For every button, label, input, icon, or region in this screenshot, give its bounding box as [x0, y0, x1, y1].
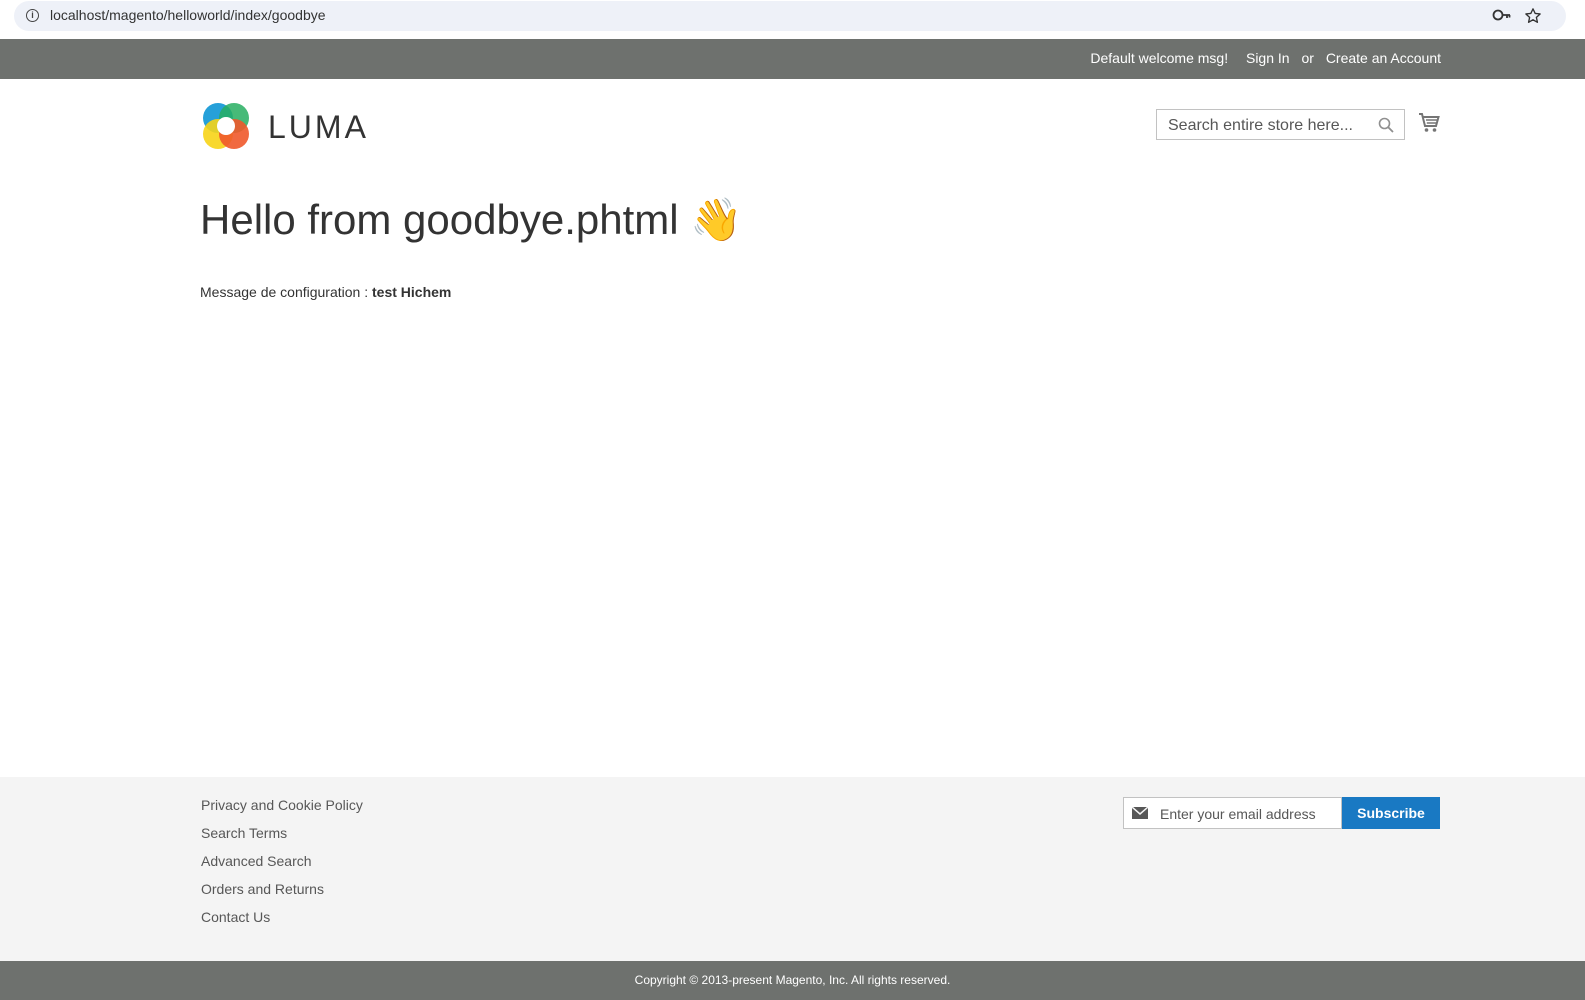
footer-link-advanced-search[interactable]: Advanced Search	[201, 853, 363, 881]
footer-link-privacy[interactable]: Privacy and Cookie Policy	[201, 797, 363, 825]
page-title: Hello from goodbye.phtml 👋	[200, 196, 743, 243]
footer-link-orders-returns[interactable]: Orders and Returns	[201, 881, 363, 909]
luma-logo-icon	[203, 103, 249, 149]
config-label: Message de configuration :	[200, 284, 372, 300]
subscribe-button[interactable]: Subscribe	[1342, 797, 1440, 829]
footer: Privacy and Cookie Policy Search Terms A…	[0, 777, 1585, 961]
sign-in-link[interactable]: Sign In	[1246, 50, 1290, 66]
footer-links: Privacy and Cookie Policy Search Terms A…	[201, 797, 363, 937]
mail-icon	[1132, 807, 1148, 819]
info-icon[interactable]: i	[26, 9, 39, 22]
url-field[interactable]: i localhost/magento/helloworld/index/goo…	[14, 1, 1566, 31]
config-message: Message de configuration : test Hichem	[200, 284, 451, 300]
copyright-bar: Copyright © 2013-present Magento, Inc. A…	[0, 961, 1585, 1000]
copyright-text: Copyright © 2013-present Magento, Inc. A…	[634, 973, 951, 987]
search-input[interactable]	[1166, 114, 1375, 138]
search-box	[1156, 109, 1405, 140]
browser-address-bar: i localhost/magento/helloworld/index/goo…	[0, 0, 1585, 39]
top-header-panel: Default welcome msg! Sign In or Create a…	[0, 39, 1585, 79]
luma-logo[interactable]: LUMA	[201, 101, 371, 151]
cart-icon[interactable]	[1418, 112, 1440, 134]
email-box	[1123, 797, 1342, 829]
logo-text: LUMA	[268, 109, 369, 145]
footer-link-search-terms[interactable]: Search Terms	[201, 825, 363, 853]
config-value: test Hichem	[372, 284, 452, 300]
url-text[interactable]: localhost/magento/helloworld/index/goodb…	[50, 7, 326, 23]
header-links: Default welcome msg! Sign In or Create a…	[1090, 50, 1441, 66]
email-input[interactable]	[1158, 803, 1340, 825]
key-icon[interactable]	[1492, 7, 1512, 23]
welcome-message: Default welcome msg!	[1090, 50, 1229, 66]
or-separator: or	[1301, 50, 1314, 66]
create-account-link[interactable]: Create an Account	[1326, 50, 1441, 66]
footer-link-contact[interactable]: Contact Us	[201, 909, 363, 937]
star-icon[interactable]	[1524, 7, 1542, 25]
search-icon[interactable]	[1378, 117, 1394, 133]
